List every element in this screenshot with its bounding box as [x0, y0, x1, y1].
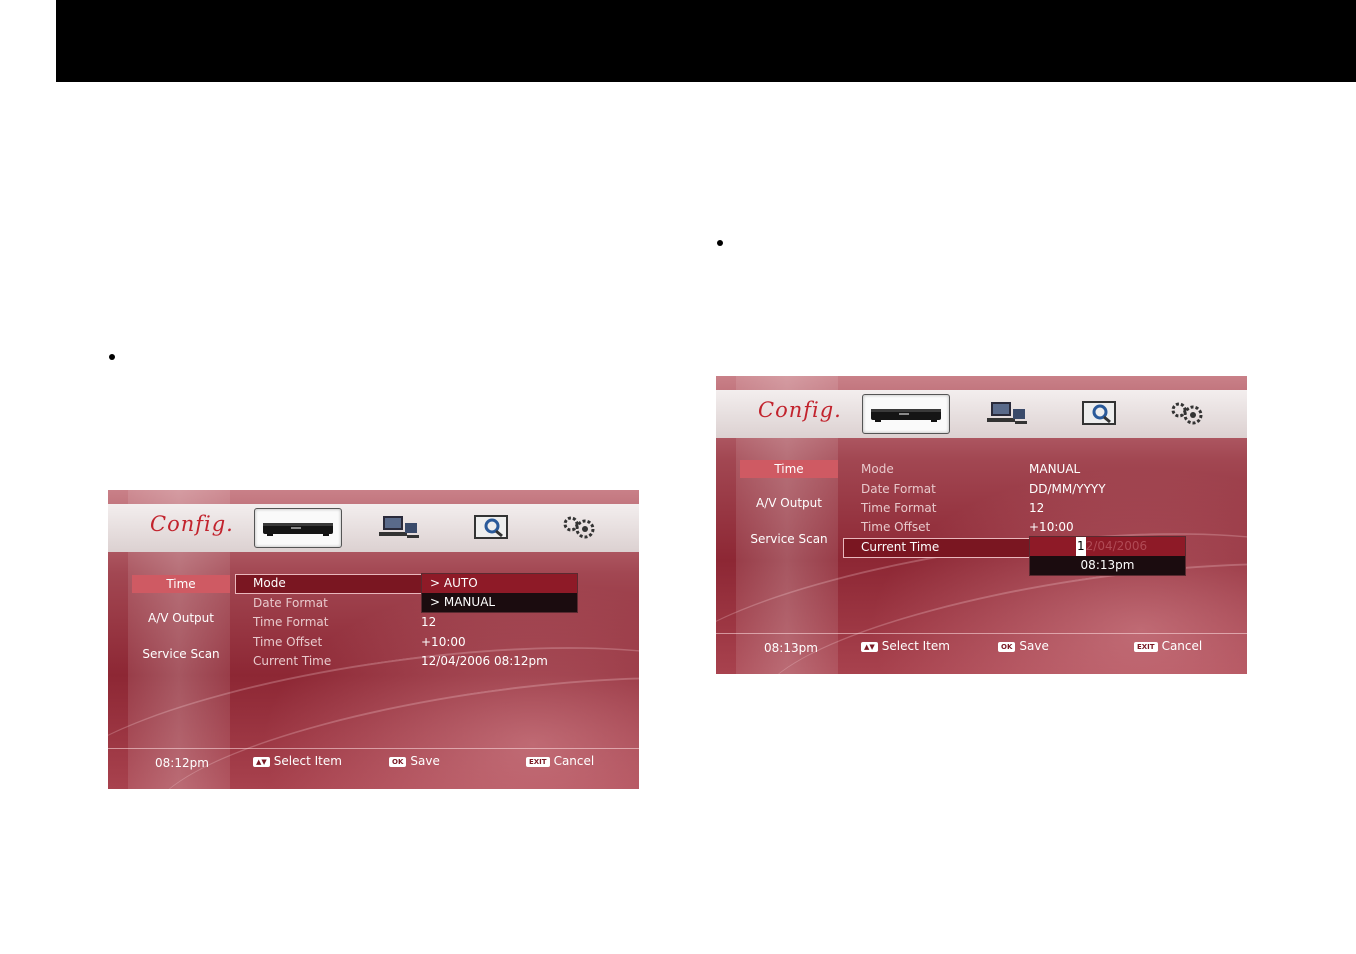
hint-save-label: Save: [1019, 639, 1049, 653]
magnifier-screen-icon: [474, 515, 508, 539]
receiver-tab[interactable]: [862, 394, 950, 434]
date-value: 2/04/2006: [1085, 539, 1148, 553]
hint-cancel: EXIT Cancel: [526, 754, 594, 768]
footer-divider: [108, 748, 639, 749]
hint-select-label: Select Item: [273, 754, 342, 768]
nav-item-service-scan[interactable]: Service Scan: [740, 532, 838, 546]
config-screen-left: Config. Time A/V Output Service Scan Mod…: [108, 490, 639, 789]
nav-item-service-scan[interactable]: Service Scan: [132, 647, 230, 661]
settings-tab[interactable]: [1164, 394, 1210, 432]
mode-dropdown[interactable]: > AUTO > MANUAL: [421, 573, 578, 613]
set-top-box-icon: [263, 523, 333, 536]
time-input[interactable]: 08:13pm: [1030, 556, 1185, 575]
dropdown-option-manual[interactable]: > MANUAL: [422, 593, 577, 612]
config-logo: Config.: [758, 398, 842, 422]
hint-save: OK Save: [389, 754, 440, 768]
hint-select-item: ▲▼ Select Item: [861, 639, 950, 653]
setting-label-time-format[interactable]: Time Format: [253, 615, 328, 629]
hint-cancel-label: Cancel: [553, 754, 595, 768]
hint-cancel: EXIT Cancel: [1134, 639, 1202, 653]
updown-arrows-icon: ▲▼: [861, 641, 878, 652]
settings-tab[interactable]: [556, 508, 602, 546]
gears-icon: [1171, 402, 1203, 425]
nav-item-av-output[interactable]: A/V Output: [132, 611, 230, 625]
nav-item-av-output[interactable]: A/V Output: [740, 496, 838, 510]
config-screen-right: Config. Time A/V Output Service Scan Mod…: [716, 376, 1247, 674]
clock-display: 08:13pm: [764, 641, 818, 655]
ok-key-icon: OK: [389, 756, 407, 767]
ok-key-icon: OK: [998, 641, 1016, 652]
bullet-dot: [717, 240, 723, 246]
config-header: Config.: [108, 504, 639, 552]
setting-label-mode[interactable]: Mode: [253, 576, 286, 590]
setting-value-time-format: 12: [1029, 501, 1045, 515]
gears-icon: [563, 516, 595, 539]
nav-item-time[interactable]: Time: [740, 460, 838, 478]
setting-label-current-time[interactable]: Current Time: [861, 540, 939, 554]
hint-cancel-label: Cancel: [1161, 639, 1203, 653]
network-tab[interactable]: [982, 394, 1032, 432]
current-time-editor[interactable]: 12/04/2006 08:13pm: [1029, 536, 1186, 576]
setting-value-mode: MANUAL: [1029, 462, 1081, 476]
setting-value-time-offset: +10:00: [421, 635, 466, 649]
setting-label-mode[interactable]: Mode: [861, 462, 894, 476]
setting-label-time-offset[interactable]: Time Offset: [253, 635, 322, 649]
setting-label-time-format[interactable]: Time Format: [861, 501, 936, 515]
search-tab[interactable]: [468, 508, 514, 546]
text-cursor: 1: [1076, 537, 1086, 556]
hint-select-item: ▲▼ Select Item: [253, 754, 342, 768]
setting-value-date-format: DD/MM/YYYY: [1029, 482, 1106, 496]
receiver-tab[interactable]: [254, 508, 342, 548]
network-computers-icon: [987, 402, 1027, 424]
network-computers-icon: [379, 516, 419, 538]
exit-key-icon: EXIT: [1134, 641, 1158, 652]
setting-label-current-time[interactable]: Current Time: [253, 654, 331, 668]
search-tab[interactable]: [1076, 394, 1122, 432]
setting-label-date-format[interactable]: Date Format: [861, 482, 936, 496]
setting-value-current-time: 12/04/2006 08:12pm: [421, 654, 548, 668]
exit-key-icon: EXIT: [526, 756, 550, 767]
page-header-bar: [56, 0, 1356, 82]
bullet-dot: [109, 354, 115, 360]
hint-select-label: Select Item: [881, 639, 950, 653]
magnifier-screen-icon: [1082, 401, 1116, 425]
set-top-box-icon: [871, 409, 941, 422]
footer-divider: [716, 633, 1247, 634]
setting-label-time-offset[interactable]: Time Offset: [861, 520, 930, 534]
network-tab[interactable]: [374, 508, 424, 546]
config-header: Config.: [716, 390, 1247, 438]
updown-arrows-icon: ▲▼: [253, 756, 270, 767]
config-logo: Config.: [150, 512, 234, 536]
setting-value-time-offset: +10:00: [1029, 520, 1074, 534]
nav-item-time[interactable]: Time: [132, 575, 230, 593]
dropdown-option-auto[interactable]: > AUTO: [422, 574, 577, 593]
hint-save: OK Save: [998, 639, 1049, 653]
setting-label-date-format[interactable]: Date Format: [253, 596, 328, 610]
date-input[interactable]: 12/04/2006: [1030, 537, 1185, 556]
setting-value-time-format: 12: [421, 615, 437, 629]
clock-display: 08:12pm: [155, 756, 209, 770]
hint-save-label: Save: [410, 754, 440, 768]
